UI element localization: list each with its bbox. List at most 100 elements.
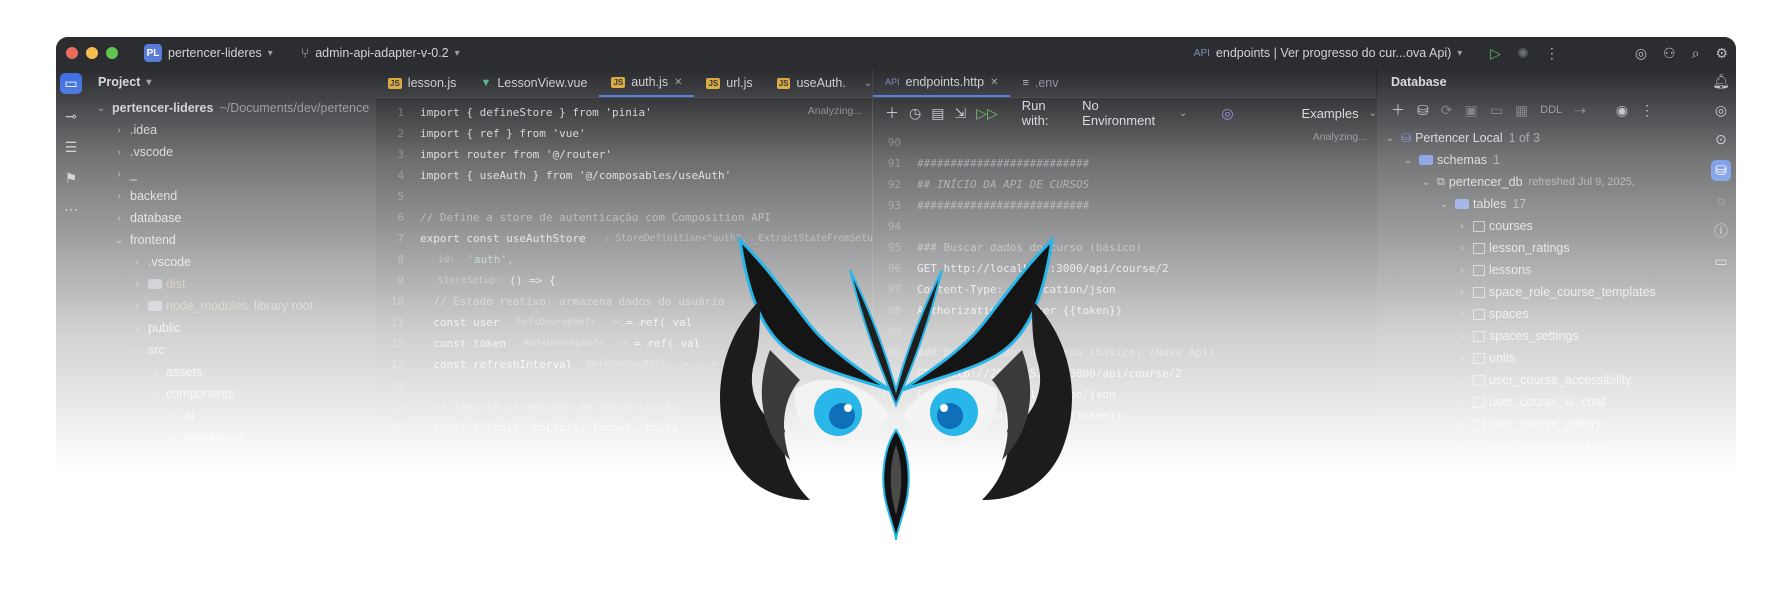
table-label: courses <box>1489 219 1533 233</box>
project-panel-header[interactable]: Project ▾ <box>86 69 376 95</box>
console-icon[interactable]: ▭ <box>1490 102 1503 119</box>
branch-switcher[interactable]: ⑂ admin-api-adapter-v-0.2 ▾ <box>301 45 460 61</box>
settings-icon[interactable]: ⚙ <box>1715 45 1728 62</box>
environment-select[interactable]: No Environment <box>1082 98 1169 128</box>
commit-icon[interactable]: ⊸ <box>65 108 77 125</box>
jump-icon[interactable]: ⇢ <box>1574 102 1586 119</box>
tree-item[interactable]: › dashboard <box>86 427 376 449</box>
tree-item[interactable]: › .idea <box>86 119 376 141</box>
search-icon[interactable]: ⌕ <box>1692 45 1700 62</box>
notifications-icon[interactable]: 🔔︎ <box>1712 73 1730 90</box>
tree-tables[interactable]: ⌄ tables 17 <box>1377 193 1707 215</box>
examples-button[interactable]: Examples <box>1302 106 1359 121</box>
add-request-icon[interactable]: ＋ <box>885 103 899 123</box>
debug-icon[interactable]: ✺ <box>1517 45 1529 62</box>
project-switcher[interactable]: PL pertencer-lideres ▾ <box>144 44 273 62</box>
code-text: import { ref } from 'vue' <box>420 127 586 140</box>
tree-root[interactable]: ⌄ pertencer-lideres ~/Documents/dev/pert… <box>86 97 376 119</box>
eye-icon[interactable]: ◉ <box>1616 102 1628 119</box>
tree-item[interactable]: › node_modules library root <box>86 295 376 317</box>
table-item[interactable]: › user_course_ai_chat <box>1377 391 1707 413</box>
tree-item[interactable]: › public <box>86 317 376 339</box>
run-configuration[interactable]: endpoints | Ver progresso do cur...ova A… <box>1216 46 1451 60</box>
add-icon[interactable]: ＋ <box>1391 100 1405 120</box>
chevron-down-icon: ⌄ <box>96 102 106 114</box>
tree-item[interactable]: › dist <box>86 273 376 295</box>
maximize-window-button[interactable] <box>106 47 118 59</box>
tab-endpoints-http[interactable]: API endpoints.http ✕ <box>873 69 1011 97</box>
chevron-down-icon[interactable]: ⌄ <box>864 78 872 89</box>
tree-item[interactable]: › assets <box>86 361 376 383</box>
ai-assistant-icon[interactable]: ◎ <box>1635 45 1647 62</box>
refresh-icon[interactable]: ⟳ <box>1441 102 1453 119</box>
edit-icon[interactable]: ▣ <box>1464 102 1477 119</box>
code-text: ## INÍCIO DA API DE CURSOS <box>917 178 1090 191</box>
run-all-icon[interactable]: ▷▷ <box>976 105 998 122</box>
tab-url-js[interactable]: JS url.js <box>694 69 764 97</box>
chevron-down-icon[interactable]: ▾ <box>1457 48 1462 59</box>
more-icon[interactable]: ⋮ <box>1545 45 1559 62</box>
project-badge: PL <box>144 44 162 62</box>
close-window-button[interactable] <box>66 47 78 59</box>
chevron-right-icon: › <box>1460 352 1464 364</box>
services-icon[interactable]: ◌ <box>1717 193 1725 209</box>
tree-item[interactable]: › database <box>86 207 376 229</box>
tree-item[interactable]: ⌄ components <box>86 383 376 405</box>
close-icon[interactable]: ✕ <box>674 77 682 88</box>
code-line: 2 import { ref } from 'vue' <box>376 123 872 144</box>
table-item[interactable]: › space_role_course_templates <box>1377 281 1707 303</box>
close-icon[interactable]: ✕ <box>990 77 998 88</box>
folder-icon[interactable]: ▭ <box>60 73 82 94</box>
tree-item[interactable]: ⌄ frontend <box>86 229 376 251</box>
tree-database[interactable]: ⌄ ⧉ pertencer_db refreshed Jul 9, 2025, <box>1377 171 1707 193</box>
tree-item[interactable]: › .vscode <box>86 141 376 163</box>
history-icon[interactable]: ◷ <box>909 105 921 122</box>
table-item[interactable]: › spaces_settings <box>1377 325 1707 347</box>
run-icon[interactable]: ▷ <box>1490 45 1501 62</box>
tree-schemas[interactable]: ⌄ schemas 1 <box>1377 149 1707 171</box>
structure-icon[interactable]: ☰ <box>65 139 78 156</box>
code-text: // Define a store de autenticação com Co… <box>420 211 771 224</box>
endpoints-icon[interactable]: ⊙ <box>1715 131 1727 148</box>
ai-chat-icon[interactable]: ◎ <box>1715 102 1727 119</box>
database-icon[interactable]: ⛁ <box>1711 160 1731 181</box>
more-icon[interactable]: ⋮ <box>1640 102 1654 119</box>
tree-connection[interactable]: ⌄ ⛁ Pertencer Local 1 of 3 <box>1377 127 1707 149</box>
minimize-window-button[interactable] <box>86 47 98 59</box>
table-item[interactable]: › user_course_accessibility <box>1377 369 1707 391</box>
table-item[interactable]: › units <box>1377 347 1707 369</box>
ai-icon[interactable]: ◎ <box>1221 105 1233 122</box>
owl-right-glint <box>940 404 948 412</box>
import-icon[interactable]: ⇲ <box>954 105 966 122</box>
tree-item[interactable]: › ai <box>86 405 376 427</box>
table-item[interactable]: › lesson_ratings <box>1377 237 1707 259</box>
add-user-icon[interactable]: ⚇ <box>1663 45 1676 62</box>
tree-item[interactable]: ⌄ src <box>86 339 376 361</box>
terminal-icon[interactable]: ▭ <box>1714 253 1727 270</box>
tree-item[interactable]: › backend <box>86 185 376 207</box>
chevron-down-icon[interactable]: ⌄ <box>1179 108 1187 119</box>
code-text: // Importa os métodos de autenticação <box>420 400 679 413</box>
ddl-button[interactable]: DDL <box>1540 104 1562 116</box>
table-item[interactable]: › courses <box>1377 215 1707 237</box>
line-number: 6 <box>397 211 404 224</box>
tab-env[interactable]: ≡ .env <box>1010 69 1070 97</box>
table-view-icon[interactable]: ▦ <box>1515 102 1528 119</box>
more-tools-icon[interactable]: ⋯ <box>64 201 78 218</box>
bookmarks-icon[interactable]: ⚑ <box>65 170 78 187</box>
datasource-icon[interactable]: ⛁ <box>1417 102 1429 119</box>
tree-item[interactable]: › _ <box>86 163 376 185</box>
branch-name: admin-api-adapter-v-0.2 <box>315 46 449 60</box>
schema-icon: ⧉ <box>1437 175 1445 188</box>
clipboard-icon[interactable]: ▤ <box>931 105 944 122</box>
problems-icon[interactable]: ⓘ <box>1714 221 1728 241</box>
table-item[interactable]: › user_course_module <box>1377 435 1707 457</box>
tab-auth-js[interactable]: JS auth.js ✕ <box>599 69 695 97</box>
tab-lessonview-vue[interactable]: ▼ LessonView.vue <box>468 69 599 97</box>
table-item[interactable]: › user_course_gallery <box>1377 413 1707 435</box>
table-item[interactable]: › lessons <box>1377 259 1707 281</box>
table-item[interactable]: › spaces <box>1377 303 1707 325</box>
tab-lesson-js[interactable]: JS lesson.js <box>376 69 468 97</box>
tab-useauth[interactable]: JS useAuth. <box>765 69 858 97</box>
tree-item[interactable]: › .vscode <box>86 251 376 273</box>
